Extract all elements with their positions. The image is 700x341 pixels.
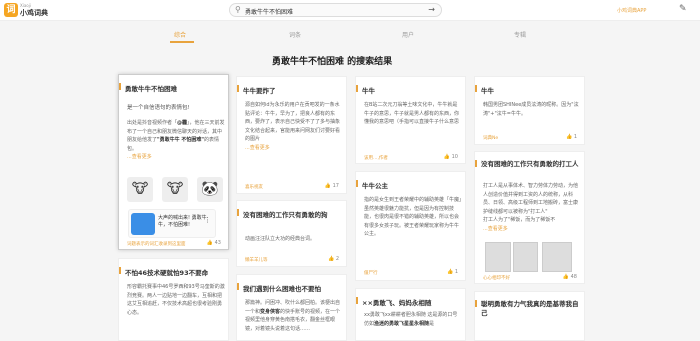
card-title[interactable]: 牛牛公主 bbox=[356, 180, 388, 190]
card-body: 源自如何id为永乐的用户在贡吧发的一条水贴评论：牛牛，早为了，把良人都有的东西，… bbox=[245, 102, 341, 151]
meme-image bbox=[485, 242, 511, 272]
like-count[interactable]: 👍 1 bbox=[566, 134, 577, 140]
card-title[interactable]: 勇敢牛牛不怕困难 bbox=[119, 83, 177, 93]
active-tab-indicator bbox=[170, 41, 194, 43]
card-body: 指的是女生到王者荣耀中的辅助英雄「牛魔」虽然英雄很魅力能抗，但是因为有控制技能，… bbox=[364, 197, 462, 237]
card-source[interactable]: 心心相印不好 bbox=[483, 275, 510, 281]
tab-users[interactable]: 用户 bbox=[402, 30, 414, 39]
card-body: xx勇敢飞xx耕耕者胆永相随 这是源的口号 仿如渔迷的勇敢飞星星永相随是 bbox=[364, 312, 458, 327]
result-card[interactable]: 勇敢牛牛不怕困难 是一个自信语句的表情包! 出处是抖音视频作者「@霾」，他在三天… bbox=[118, 74, 229, 250]
result-card[interactable]: 牛牛 在B站二次元刀翁等土味文化中，牛牛就是牛子的意思，牛子就是男人都有的东西，… bbox=[355, 76, 466, 164]
top-bar: 词 Xiaoji 小鸡词典 ⚲ 勇敢牛牛不怕困难 → 小鸡词典APP ✎ bbox=[0, 0, 700, 21]
result-card[interactable]: 我们遇到什么困难也不要怕 那篇神。问困冲、吹什么都回柏。该梗出自一个和变身侠客的… bbox=[236, 274, 347, 341]
like-count[interactable]: 👍 1 bbox=[447, 269, 458, 275]
card-source[interactable]: 该用…,作者 bbox=[364, 155, 388, 161]
card-body: 出处是抖音视频作者「@霾」，他在三天前发布了一个自己和朋友微信聊天的对话，其中朋… bbox=[127, 120, 225, 160]
search-box[interactable]: ⚲ 勇敢牛牛不怕困难 → bbox=[229, 3, 442, 17]
more-link[interactable]: ...查看更多 bbox=[127, 154, 152, 160]
card-title[interactable]: 我们遇到什么困难也不要怕 bbox=[237, 283, 321, 293]
card-title[interactable]: 不怕46技术硬就怕93不要命 bbox=[118, 267, 208, 277]
card-body: 那篇神。问困冲、吹什么都回柏。该梗出自一个和变身侠客的快手账号的视频，在一个视频… bbox=[245, 300, 341, 332]
like-count[interactable]: 👍 2 bbox=[328, 256, 339, 262]
card-title[interactable]: ××勇敢飞、妈妈永相随 bbox=[355, 297, 431, 307]
cow-emoji-images: 🐮 🐮 🐼 bbox=[127, 177, 227, 202]
tab-all[interactable]: 综合 bbox=[174, 30, 186, 39]
result-tabs: 综合 词条 用户 专辑 bbox=[0, 22, 700, 43]
video-embed[interactable]: 大声的喊出来! 勇敢牛牛，不怕困难! ⋮ bbox=[128, 209, 216, 238]
edit-icon[interactable]: ✎ bbox=[679, 4, 687, 14]
card-body: 打工人是从事体术、智力劳体力劳动，为他人创造价值并得到工资的人的统称，从科员、日… bbox=[483, 183, 579, 232]
card-body: 韩国男团SHINee成员泫涛的昵称。因为"泫涛"+"泫牛=牛牛。 bbox=[483, 102, 579, 117]
more-link[interactable]: ...查看更多 bbox=[245, 145, 270, 151]
search-input[interactable]: 勇敢牛牛不怕困难 bbox=[245, 7, 293, 16]
page-title: 勇敢牛牛不怕困难 的搜索结果 bbox=[272, 57, 393, 67]
result-card[interactable]: 没有困难的工作只有勇敢的打工人 打工人是从事体术、智力劳体力劳动，为他人创造价值… bbox=[474, 151, 585, 284]
app-logo[interactable]: 词 bbox=[4, 3, 18, 17]
tab-entries[interactable]: 词条 bbox=[289, 30, 301, 39]
card-title[interactable]: 没有困难的工作只有勇敢的狗 bbox=[237, 209, 328, 219]
card-body: 形容霸托赛事中46号罗西和93号马奎斯的激烈竞赛。两人一边贴地一边翻车，互相和把… bbox=[127, 284, 225, 316]
cow-image: 🐼 bbox=[197, 177, 223, 202]
more-options-icon[interactable]: ⋮ bbox=[204, 216, 211, 224]
tab-albums[interactable]: 专辑 bbox=[514, 30, 526, 39]
card-body: 动画汪汪队立大功的经典台词。 bbox=[245, 236, 316, 242]
video-thumbnail[interactable] bbox=[131, 213, 155, 235]
cow-image: 🐮 bbox=[162, 177, 188, 202]
like-count[interactable]: 👍 10 bbox=[444, 154, 458, 160]
card-subtitle: 是一个自信语句的表情包! bbox=[127, 105, 190, 111]
brand-name[interactable]: 小鸡词典 bbox=[20, 8, 48, 18]
like-count[interactable]: 👍 43 bbox=[207, 240, 221, 246]
search-icon[interactable]: ⚲ bbox=[235, 5, 241, 14]
app-download-link[interactable]: 小鸡词典APP bbox=[617, 7, 646, 14]
result-card[interactable]: 聪明勇敢有力气我真的是基蒂我自己 bbox=[474, 291, 585, 341]
result-card[interactable]: 没有困难的工作只有勇敢的狗 动画汪汪队立大功的经典台词。 懒羊羊儿等 👍 2 bbox=[236, 200, 347, 267]
card-source[interactable]: 僵尸行 bbox=[364, 270, 378, 276]
card-title[interactable]: 牛牛 bbox=[356, 85, 375, 95]
like-count[interactable]: 👍 17 bbox=[325, 183, 339, 189]
card-title[interactable]: 牛牛要炸了 bbox=[237, 85, 276, 95]
card-title[interactable]: 没有困难的工作只有勇敢的打工人 bbox=[475, 160, 579, 169]
result-card[interactable]: ××勇敢飞、妈妈永相随 xx勇敢飞xx耕耕者胆永相随 这是源的口号 仿如渔迷的勇敢… bbox=[355, 288, 466, 341]
arrow-right-icon[interactable]: → bbox=[428, 5, 435, 14]
result-card[interactable]: 牛牛要炸了 源自如何id为永乐的用户在贡吧发的一条水贴评论：牛牛，早为了，把良人… bbox=[236, 76, 347, 194]
card-source[interactable]: 词题表示的词汇收录到这里面 bbox=[127, 241, 186, 247]
card-body: 在B站二次元刀翁等土味文化中，牛牛就是牛子的意思，牛子就是男人都有的东西，你懂我… bbox=[364, 102, 460, 125]
result-card[interactable]: 牛牛公主 指的是女生到王者荣耀中的辅助英雄「牛魔」虽然英雄很魅力能抗，但是因为有… bbox=[355, 171, 466, 281]
meme-image bbox=[542, 242, 572, 272]
card-source[interactable]: 喜乐视友 bbox=[245, 184, 263, 190]
cow-image: 🐮 bbox=[127, 177, 153, 202]
card-source[interactable]: 词典Ne bbox=[483, 135, 498, 141]
result-card[interactable]: 不怕46技术硬就怕93不要命 形容霸托赛事中46号罗西和93号马奎斯的激烈竞赛。… bbox=[118, 258, 229, 341]
video-caption: 大声的喊出来! 勇敢牛牛，不怕困难! bbox=[158, 215, 207, 228]
like-count[interactable]: 👍 48 bbox=[563, 274, 577, 280]
more-link[interactable]: ...查看更多 bbox=[483, 226, 508, 232]
meme-image bbox=[513, 242, 538, 272]
result-card[interactable]: 牛牛 韩国男团SHINee成员泫涛的昵称。因为"泫涛"+"泫牛=牛牛。 词典Ne… bbox=[474, 76, 585, 145]
card-title[interactable]: 聪明勇敢有力气我真的是基蒂我自己 bbox=[475, 300, 579, 318]
card-source[interactable]: 懒羊羊儿等 bbox=[245, 257, 268, 263]
card-title[interactable]: 牛牛 bbox=[475, 85, 494, 95]
